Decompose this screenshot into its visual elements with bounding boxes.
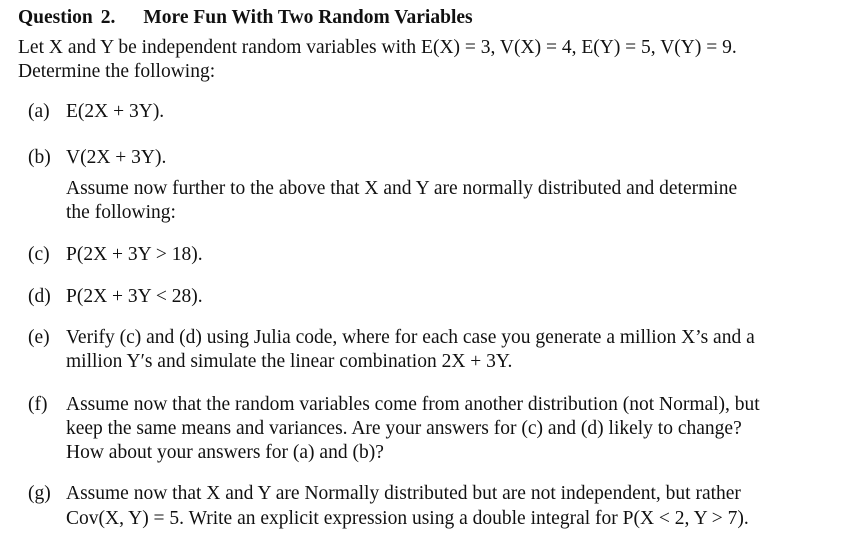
item-g-line-2: Cov(X, Y) = 5. Write an explicit express… (66, 508, 749, 529)
item-g-label: (g) (28, 483, 51, 504)
item-e-line-1: Verify (c) and (d) using Julia code, whe… (66, 327, 755, 348)
item-f-label: (f) (28, 394, 48, 415)
item-a-text: E(2X + 3Y). (66, 101, 165, 122)
question-heading: Question 2. More Fun With Two Random Varia… (18, 6, 473, 30)
normal-assumption-line-1: Assume now further to the above that X a… (66, 178, 738, 199)
item-e-line-2: million Y′s and simulate the linear comb… (66, 351, 513, 372)
item-e-label: (e) (28, 327, 50, 348)
item-b-text: V(2X + 3Y). (66, 147, 167, 168)
item-g-line-1: Assume now that X and Y are Normally dis… (66, 483, 741, 504)
question-number: 2. (100, 7, 116, 28)
item-d-label: (d) (28, 286, 51, 307)
item-f-line-3: How about your answers for (a) and (b)? (66, 442, 384, 463)
item-f-line-2: keep the same means and variances. Are y… (66, 418, 742, 439)
item-d-text: P(2X + 3Y < 28). (66, 286, 203, 307)
intro-line-1: Let X and Y be independent random variab… (18, 37, 737, 58)
question-title: More Fun With Two Random Variables (143, 7, 473, 28)
intro-line-2: Determine the following: (18, 61, 216, 82)
question-label: Question (18, 7, 93, 28)
item-f-line-1: Assume now that the random variables com… (66, 394, 760, 415)
item-c-label: (c) (28, 244, 50, 265)
item-c-text: P(2X + 3Y > 18). (66, 244, 203, 265)
item-b-label: (b) (28, 147, 51, 168)
normal-assumption-line-2: the following: (66, 202, 176, 223)
item-a-label: (a) (28, 101, 50, 122)
